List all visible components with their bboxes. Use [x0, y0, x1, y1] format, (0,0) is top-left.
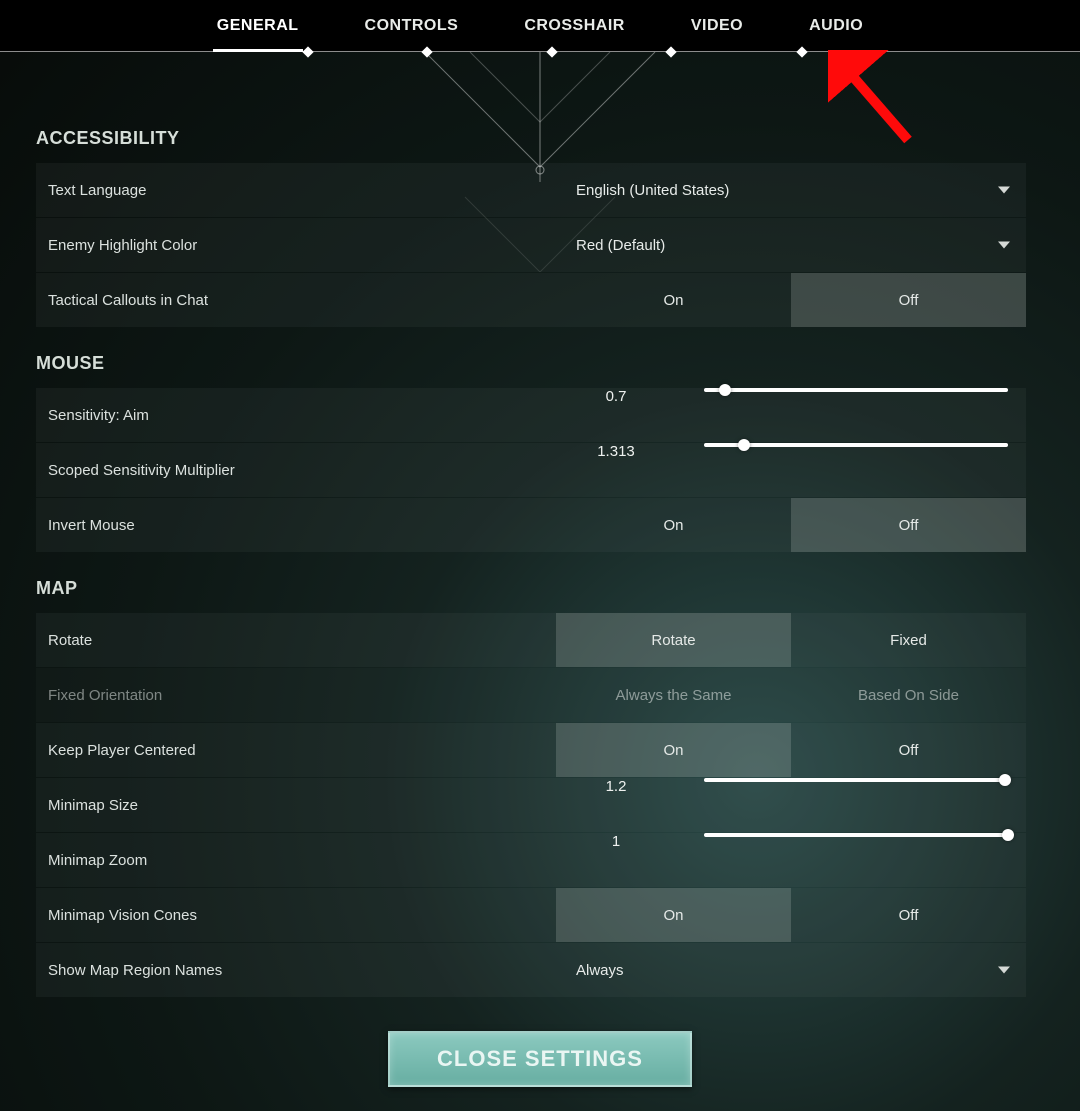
- label-invert-mouse: Invert Mouse: [36, 498, 556, 552]
- dropdown-value: English (United States): [576, 182, 729, 199]
- slider-minimap-zoom[interactable]: [704, 833, 1008, 837]
- toggle-on[interactable]: On: [556, 498, 791, 552]
- row-text-language: Text Language English (United States): [36, 163, 1026, 217]
- diamond-icon: [302, 46, 313, 57]
- slider-minimap-size[interactable]: [704, 778, 1008, 782]
- slider-scoped-mult[interactable]: [704, 443, 1008, 447]
- toggle-rotate-a[interactable]: Rotate: [556, 613, 791, 667]
- toggle-off[interactable]: Off: [791, 498, 1026, 552]
- value-sensitivity-aim: 0.7: [556, 388, 676, 442]
- value-minimap-size: 1.2: [556, 778, 676, 832]
- toggle-fixed-a: Always the Same: [556, 668, 791, 722]
- tab-general[interactable]: GENERAL: [217, 17, 299, 35]
- toggle-vision-cones: On Off: [556, 888, 1026, 942]
- value-minimap-zoom: 1: [556, 833, 676, 887]
- toggle-on[interactable]: On: [556, 273, 791, 327]
- diamond-icon: [421, 46, 432, 57]
- top-nav: GENERAL CONTROLS CROSSHAIR VIDEO AUDIO: [0, 0, 1080, 52]
- row-minimap-size: Minimap Size 1.2: [36, 778, 1026, 832]
- label-enemy-highlight: Enemy Highlight Color: [36, 218, 556, 272]
- row-invert-mouse: Invert Mouse On Off: [36, 498, 1026, 552]
- row-scoped-mult: Scoped Sensitivity Multiplier 1.313: [36, 443, 1026, 497]
- row-sensitivity-aim: Sensitivity: Aim 0.7: [36, 388, 1026, 442]
- toggle-on[interactable]: On: [556, 723, 791, 777]
- toggle-invert-mouse: On Off: [556, 498, 1026, 552]
- label-rotate: Rotate: [36, 613, 556, 667]
- toggle-off[interactable]: Off: [791, 273, 1026, 327]
- diamond-icon: [665, 46, 676, 57]
- toggle-keep-centered: On Off: [556, 723, 1026, 777]
- label-tactical-callouts: Tactical Callouts in Chat: [36, 273, 556, 327]
- section-title-map: MAP: [36, 578, 1026, 599]
- annotation-arrow-icon: [828, 50, 928, 160]
- label-region-names: Show Map Region Names: [36, 943, 556, 997]
- toggle-fixed-orientation: Always the Same Based On Side: [556, 668, 1026, 722]
- chevron-down-icon: [998, 967, 1010, 974]
- dropdown-region-names[interactable]: Always: [556, 943, 1026, 997]
- row-rotate: Rotate Rotate Fixed: [36, 613, 1026, 667]
- chevron-down-icon: [998, 242, 1010, 249]
- label-keep-centered: Keep Player Centered: [36, 723, 556, 777]
- slider-thumb[interactable]: [999, 774, 1011, 786]
- toggle-off[interactable]: Off: [791, 723, 1026, 777]
- label-text-language: Text Language: [36, 163, 556, 217]
- tab-controls[interactable]: CONTROLS: [365, 17, 459, 35]
- label-fixed-orientation: Fixed Orientation: [36, 668, 556, 722]
- dropdown-text-language[interactable]: English (United States): [556, 163, 1026, 217]
- label-scoped-mult: Scoped Sensitivity Multiplier: [36, 443, 556, 497]
- row-region-names: Show Map Region Names Always: [36, 943, 1026, 997]
- slider-sensitivity-aim[interactable]: [704, 388, 1008, 392]
- row-enemy-highlight: Enemy Highlight Color Red (Default): [36, 218, 1026, 272]
- tab-video[interactable]: VIDEO: [691, 17, 743, 35]
- toggle-rotate: Rotate Fixed: [556, 613, 1026, 667]
- label-vision-cones: Minimap Vision Cones: [36, 888, 556, 942]
- tab-audio[interactable]: AUDIO: [809, 17, 863, 35]
- slider-thumb[interactable]: [719, 384, 731, 396]
- toggle-fixed-b: Based On Side: [791, 668, 1026, 722]
- toggle-on[interactable]: On: [556, 888, 791, 942]
- row-minimap-zoom: Minimap Zoom 1: [36, 833, 1026, 887]
- row-keep-centered: Keep Player Centered On Off: [36, 723, 1026, 777]
- row-vision-cones: Minimap Vision Cones On Off: [36, 888, 1026, 942]
- dropdown-value: Red (Default): [576, 237, 665, 254]
- dropdown-enemy-highlight[interactable]: Red (Default): [556, 218, 1026, 272]
- slider-thumb[interactable]: [738, 439, 750, 451]
- diamond-icon: [796, 46, 807, 57]
- toggle-rotate-b[interactable]: Fixed: [791, 613, 1026, 667]
- tab-crosshair[interactable]: CROSSHAIR: [524, 17, 625, 35]
- toggle-off[interactable]: Off: [791, 888, 1026, 942]
- slider-thumb[interactable]: [1002, 829, 1014, 841]
- label-minimap-zoom: Minimap Zoom: [36, 833, 556, 887]
- diamond-icon: [546, 46, 557, 57]
- row-fixed-orientation: Fixed Orientation Always the Same Based …: [36, 668, 1026, 722]
- settings-panel: ACCESSIBILITY Text Language English (Uni…: [36, 128, 1038, 999]
- toggle-tactical-callouts: On Off: [556, 273, 1026, 327]
- row-tactical-callouts: Tactical Callouts in Chat On Off: [36, 273, 1026, 327]
- chevron-down-icon: [998, 187, 1010, 194]
- section-title-mouse: MOUSE: [36, 353, 1026, 374]
- label-sensitivity-aim: Sensitivity: Aim: [36, 388, 556, 442]
- close-settings-button[interactable]: CLOSE SETTINGS: [388, 1031, 692, 1087]
- dropdown-value: Always: [576, 962, 624, 979]
- label-minimap-size: Minimap Size: [36, 778, 556, 832]
- value-scoped-mult: 1.313: [556, 443, 676, 497]
- settings-scroll[interactable]: ACCESSIBILITY Text Language English (Uni…: [36, 128, 1038, 999]
